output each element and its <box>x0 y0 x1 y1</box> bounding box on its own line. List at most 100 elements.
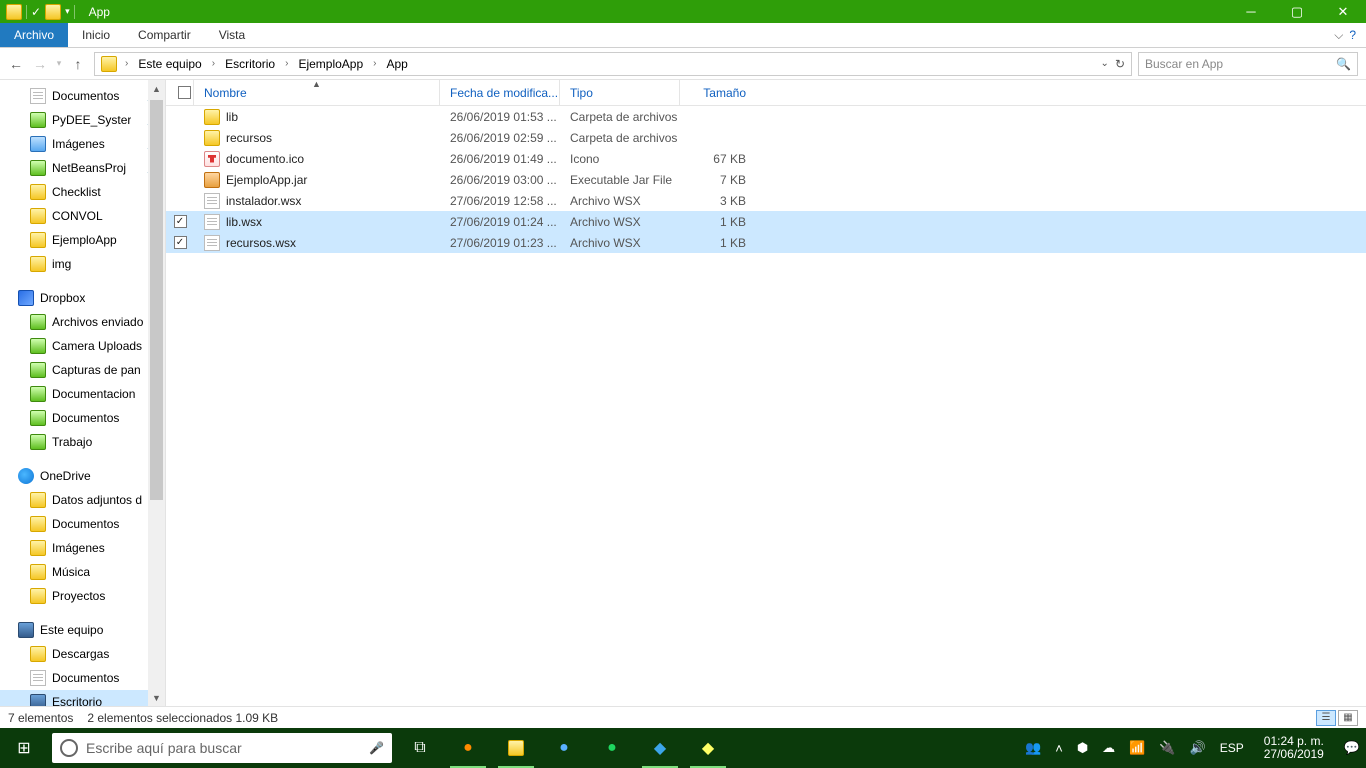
file-date: 27/06/2019 01:23 ... <box>440 236 560 250</box>
wifi-icon[interactable]: 📶 <box>1129 740 1145 756</box>
breadcrumb[interactable]: Este equipo <box>136 57 203 71</box>
chevron-right-icon[interactable]: › <box>281 58 292 69</box>
breadcrumb[interactable]: EjemploApp <box>296 57 365 71</box>
taskbar-app-spotify[interactable]: ● <box>588 728 636 768</box>
dropdown-icon[interactable]: ⌄ <box>1101 58 1109 69</box>
sidebar-item[interactable]: NetBeansProj📌 <box>0 156 165 180</box>
people-icon[interactable]: 👥 <box>1025 740 1041 756</box>
task-view-button[interactable]: ⧉ <box>396 728 444 768</box>
cortana-search[interactable]: Escribe aquí para buscar 🎤 <box>52 733 392 763</box>
mic-icon[interactable]: 🎤 <box>369 741 384 755</box>
row-checkbox[interactable]: ✓ <box>174 215 187 228</box>
sidebar-item[interactable]: Dropbox <box>0 286 165 310</box>
column-size[interactable]: Tamaño <box>680 80 758 105</box>
sidebar-item[interactable]: Este equipo <box>0 618 165 642</box>
thumbnails-view-button[interactable]: ▦ <box>1338 710 1358 726</box>
title-bar: ✓ ▾ App ─ ▢ ✕ <box>0 0 1366 23</box>
sidebar-item[interactable]: Camera Uploads <box>0 334 165 358</box>
taskbar-app-firefox[interactable]: ● <box>444 728 492 768</box>
chevron-down-icon[interactable]: ⌵ <box>1334 28 1343 43</box>
sidebar-item[interactable]: img <box>0 252 165 276</box>
file-row[interactable]: lib26/06/2019 01:53 ...Carpeta de archiv… <box>166 106 1366 127</box>
tab-inicio[interactable]: Inicio <box>68 23 124 47</box>
onedrive-tray-icon[interactable]: ☁ <box>1102 740 1115 756</box>
sidebar-item[interactable]: Proyectos <box>0 584 165 608</box>
tab-compartir[interactable]: Compartir <box>124 23 205 47</box>
sidebar-item[interactable]: Documentacion <box>0 382 165 406</box>
forward-button[interactable]: → <box>28 52 52 76</box>
file-date: 27/06/2019 01:24 ... <box>440 215 560 229</box>
sidebar-item[interactable]: OneDrive <box>0 464 165 488</box>
start-button[interactable]: ⊞ <box>0 728 48 768</box>
minimize-button[interactable]: ─ <box>1228 0 1274 23</box>
sidebar-item[interactable]: Documentos <box>0 666 165 690</box>
sidebar-item[interactable]: Datos adjuntos d <box>0 488 165 512</box>
folder-icon <box>45 4 61 20</box>
column-checkbox[interactable] <box>166 80 194 105</box>
details-view-button[interactable]: ☰ <box>1316 710 1336 726</box>
notifications-icon[interactable]: 💬 <box>1344 740 1360 756</box>
tab-archivo[interactable]: Archivo <box>0 23 68 47</box>
folder-icon <box>30 588 46 604</box>
breadcrumb[interactable]: Escritorio <box>223 57 277 71</box>
sidebar-item[interactable]: Documentos <box>0 512 165 536</box>
sidebar-item[interactable]: Descargas <box>0 642 165 666</box>
file-row[interactable]: ✓recursos.wsx27/06/2019 01:23 ...Archivo… <box>166 232 1366 253</box>
sidebar-item[interactable]: PyDEE_Syster📌 <box>0 108 165 132</box>
taskbar-app-other[interactable]: ◆ <box>684 728 732 768</box>
clock[interactable]: 01:24 p. m. 27/06/2019 <box>1258 735 1330 761</box>
up-button[interactable]: ↑ <box>66 52 90 76</box>
sidebar-item-label: Descargas <box>52 647 109 661</box>
language-indicator[interactable]: ESP <box>1220 741 1244 755</box>
breadcrumb[interactable]: App <box>385 57 410 71</box>
taskbar-app-explorer[interactable] <box>492 728 540 768</box>
sidebar-item[interactable]: Capturas de pan <box>0 358 165 382</box>
taskbar-app-edge[interactable]: ● <box>540 728 588 768</box>
tab-vista[interactable]: Vista <box>205 23 259 47</box>
dropdown-icon[interactable]: ▾ <box>65 6 70 17</box>
column-name[interactable]: Nombre▲ <box>194 80 440 105</box>
sidebar-item[interactable]: Documentos📌 <box>0 84 165 108</box>
file-row[interactable]: recursos26/06/2019 02:59 ...Carpeta de a… <box>166 127 1366 148</box>
maximize-button[interactable]: ▢ <box>1274 0 1320 23</box>
row-checkbox[interactable]: ✓ <box>174 236 187 249</box>
sidebar-item-label: Escritorio <box>52 695 102 706</box>
chevron-right-icon[interactable]: › <box>208 58 219 69</box>
tray-expand-icon[interactable]: ˄ <box>1055 741 1063 756</box>
address-bar[interactable]: › Este equipo › Escritorio › EjemploApp … <box>94 52 1132 76</box>
sidebar-item[interactable]: Archivos enviado <box>0 310 165 334</box>
sidebar-item[interactable]: Música <box>0 560 165 584</box>
sidebar-item[interactable]: EjemploApp <box>0 228 165 252</box>
scroll-thumb[interactable] <box>150 100 163 500</box>
scroll-up-icon[interactable]: ▲ <box>148 80 165 97</box>
sidebar-item[interactable]: Escritorio <box>0 690 165 706</box>
chevron-right-icon[interactable]: › <box>369 58 380 69</box>
scroll-down-icon[interactable]: ▼ <box>148 689 165 706</box>
power-icon[interactable]: 🔌 <box>1159 740 1175 756</box>
chevron-right-icon[interactable]: › <box>121 58 132 69</box>
column-date[interactable]: Fecha de modifica... <box>440 80 560 105</box>
refresh-icon[interactable]: ↻ <box>1115 57 1125 71</box>
file-row[interactable]: instalador.wsx27/06/2019 12:58 ...Archiv… <box>166 190 1366 211</box>
green-icon <box>30 434 46 450</box>
taskbar-app-vscode[interactable]: ◆ <box>636 728 684 768</box>
back-button[interactable]: ← <box>4 52 28 76</box>
sidebar-item[interactable]: Trabajo <box>0 430 165 454</box>
sidebar-item[interactable]: Imágenes📌 <box>0 132 165 156</box>
sidebar-item[interactable]: CONVOL <box>0 204 165 228</box>
recent-dropdown[interactable]: ▾ <box>52 52 66 76</box>
file-row[interactable]: documento.ico26/06/2019 01:49 ...Icono67… <box>166 148 1366 169</box>
column-type[interactable]: Tipo <box>560 80 680 105</box>
sidebar-item[interactable]: Checklist <box>0 180 165 204</box>
sidebar-item[interactable]: Imágenes <box>0 536 165 560</box>
dropbox-tray-icon[interactable]: ⬢ <box>1077 740 1088 756</box>
search-input[interactable]: Buscar en App 🔍 <box>1138 52 1358 76</box>
scrollbar[interactable]: ▲ ▼ <box>148 80 165 706</box>
sidebar-item[interactable]: Documentos <box>0 406 165 430</box>
file-row[interactable]: ✓lib.wsx27/06/2019 01:24 ...Archivo WSX1… <box>166 211 1366 232</box>
close-button[interactable]: ✕ <box>1320 0 1366 23</box>
volume-icon[interactable]: 🔊 <box>1190 740 1206 756</box>
help-icon[interactable]: ? <box>1349 28 1356 42</box>
file-row[interactable]: EjemploApp.jar26/06/2019 03:00 ...Execut… <box>166 169 1366 190</box>
sidebar-item-label: Datos adjuntos d <box>52 493 142 507</box>
